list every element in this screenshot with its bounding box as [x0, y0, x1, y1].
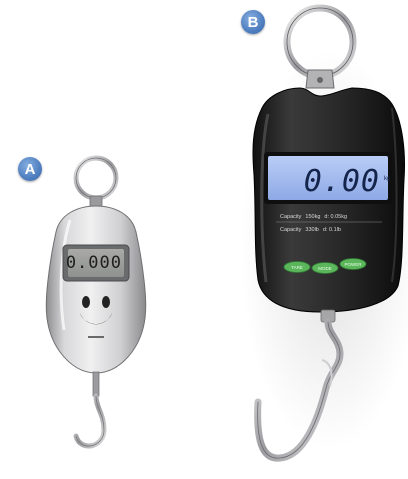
label-b-text: B [247, 13, 259, 31]
capacity-division: d: 0.05kg [324, 214, 348, 220]
scale-a-rod [92, 371, 100, 397]
capacity-division: d: 0.1lb [322, 227, 341, 233]
scale-b-button-tare-label: TARE [291, 265, 303, 270]
scale-a-display-reading: 0.000 [65, 253, 122, 273]
scale-a-hook [73, 393, 107, 449]
scale-b-capacity-row-lb: Capacity 330lb d: 0.1lb [280, 227, 380, 233]
capacity-label: Capacity [280, 227, 302, 233]
scale-b: TARE MODE POWER [240, 4, 408, 462]
label-a-badge: A [18, 157, 42, 181]
scale-b-button-power-label: POWER [344, 262, 362, 267]
scale-b-display-unit: kg [384, 176, 391, 182]
capacity-max: 150kg [305, 214, 321, 220]
label-a-text: A [24, 160, 36, 178]
label-b-badge: B [241, 10, 265, 34]
capacity-label: Capacity [280, 214, 302, 220]
scale-a [45, 155, 147, 449]
product-photo: TARE MODE POWER [45, 4, 408, 462]
scale-b-display-reading: 0.00 [303, 163, 380, 199]
scale-b-capacity-row-kg: Capacity 150kg d: 0.05kg [280, 214, 380, 220]
capacity-max: 330lb [305, 227, 319, 233]
scale-b-button-mode-label: MODE [318, 266, 332, 271]
